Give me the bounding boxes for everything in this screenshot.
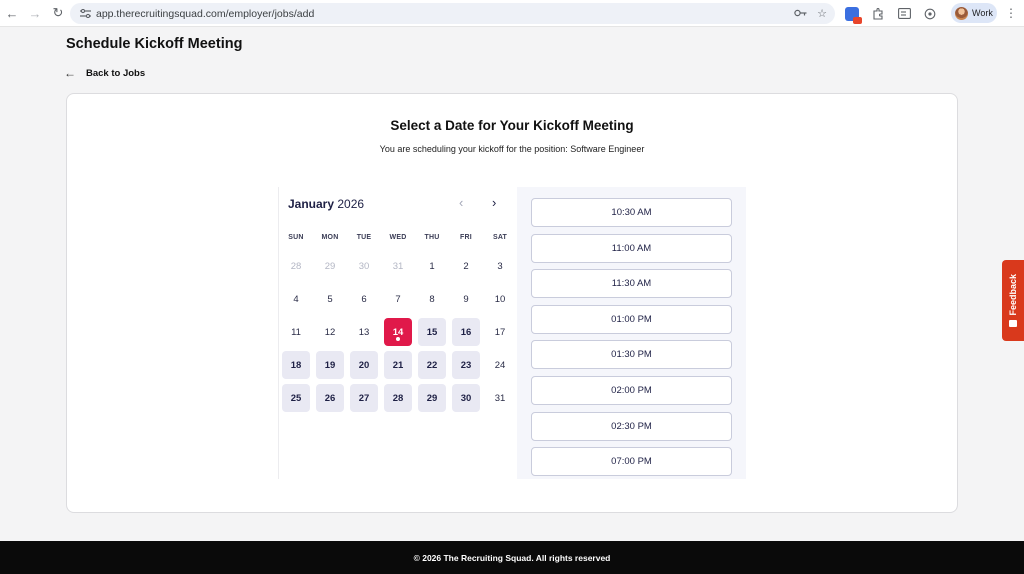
calendar-day: 11 [291,326,301,338]
footer-copyright: © 2026 The Recruiting Squad. All rights … [413,552,611,563]
extensions-puzzle-icon[interactable] [870,6,886,22]
calendar-day: 17 [494,326,506,338]
calendar-month-year: January 2026 [288,197,364,211]
page-title: Schedule Kickoff Meeting [66,36,243,52]
arrow-left-icon: ← [64,66,76,80]
time-slot-button[interactable]: 02:00 PM [531,376,732,405]
time-slot-button[interactable]: 11:30 AM [531,269,732,299]
calendar-day-selected[interactable]: 14 [384,318,412,346]
time-slot-button[interactable]: 07:00 PM [531,447,732,477]
chevron-left-icon[interactable]: ‹ [459,195,463,210]
calendar-day[interactable]: 23 [452,351,480,379]
chevron-right-icon[interactable]: › [492,195,496,210]
calendar-day[interactable]: 22 [418,351,446,379]
calendar-day: 3 [497,260,503,272]
card-subtitle: You are scheduling your kickoff for the … [379,144,645,154]
weekday-header: TUE [356,234,372,241]
calendar-day: 8 [429,293,435,305]
time-slot-button[interactable]: 11:00 AM [531,233,732,263]
calendar-day: 24 [494,359,506,371]
feedback-icon [1009,319,1017,327]
reading-list-icon[interactable] [896,6,912,22]
back-to-jobs-link[interactable]: ← Back to Jobs [64,66,145,80]
calendar-day[interactable]: 27 [350,384,378,412]
calendar-year: 2026 [337,197,365,211]
bookmark-star-icon[interactable]: ☆ [817,7,827,20]
calendar-day: 28 [290,260,302,272]
chrome-labs-icon[interactable] [922,6,938,22]
weekday-header: FRI [460,234,472,241]
browser-menu-icon[interactable]: ⋮ [1005,6,1017,20]
calendar-day: 1 [429,260,435,272]
weekday-header: MON [321,234,339,241]
calendar-day: 2 [463,260,469,272]
calendar-day[interactable]: 29 [418,384,446,412]
calendar-day[interactable]: 25 [282,384,310,412]
feedback-tab[interactable]: Feedback [1002,260,1024,341]
avatar [955,6,968,20]
scheduling-card: Select a Date for Your Kickoff Meeting Y… [66,93,958,513]
site-settings-icon[interactable] [76,9,94,18]
calendar-day: 6 [361,293,367,305]
calendar-day: 10 [494,293,506,305]
calendar-day[interactable]: 15 [418,318,446,346]
calendar-day: 31 [392,260,404,272]
reload-icon[interactable]: ↻ [47,2,69,24]
feedback-label: Feedback [1008,274,1018,316]
calendar-day[interactable]: 20 [350,351,378,379]
calendar-day: 29 [324,260,336,272]
browser-toolbar: ← → ↻ app.therecruitingsquad.com/employe… [0,0,1024,27]
extension-badge-icon[interactable] [844,6,862,24]
profile-chip[interactable]: Work [951,3,997,23]
url-text[interactable]: app.therecruitingsquad.com/employer/jobs… [96,8,314,20]
calendar-month: January [288,197,335,211]
weekday-header: SUN [288,234,304,241]
card-title: Select a Date for Your Kickoff Meeting [390,118,634,133]
address-bar[interactable]: app.therecruitingsquad.com/employer/jobs… [70,3,835,24]
time-slot-button[interactable]: 02:30 PM [531,411,732,441]
weekday-header: SAT [492,234,508,241]
calendar-day[interactable]: 19 [316,351,344,379]
back-icon[interactable]: ← [1,2,23,24]
weekday-header: WED [389,234,407,241]
calendar-day[interactable]: 18 [282,351,310,379]
time-slot-button[interactable]: 10:30 AM [531,198,732,227]
calendar-day: 7 [395,293,401,305]
time-slot-button[interactable]: 01:30 PM [531,340,732,370]
calendar-day: 4 [293,293,299,305]
time-slot-list[interactable]: 10:30 AM 11:00 AM 11:30 AM 01:00 PM 01:30 PM… [517,187,746,479]
calendar-day[interactable]: 16 [452,318,480,346]
calendar-day: 5 [327,293,333,305]
time-slot-button[interactable]: 01:00 PM [531,304,732,334]
back-to-jobs-label: Back to Jobs [86,67,146,79]
weekday-header: THU [424,234,440,241]
calendar-day: 9 [463,293,469,305]
calendar-day[interactable]: 30 [452,384,480,412]
calendar-day: 30 [358,260,370,272]
footer: © 2026 The Recruiting Squad. All rights … [0,541,1024,574]
calendar: January 2026 ‹ › SUN MON TUE WED THU FRI SAT 28… [278,187,517,479]
date-time-picker: January 2026 ‹ › SUN MON TUE WED THU FRI SAT 28… [278,187,746,479]
password-key-icon[interactable] [794,8,807,20]
forward-icon[interactable]: → [24,2,46,24]
profile-label: Work [972,8,993,18]
calendar-day[interactable]: 26 [316,384,344,412]
calendar-day[interactable]: 21 [384,351,412,379]
calendar-day: 13 [358,326,370,338]
calendar-day: 31 [494,392,506,404]
calendar-day[interactable]: 28 [384,384,412,412]
calendar-day: 12 [324,326,336,338]
